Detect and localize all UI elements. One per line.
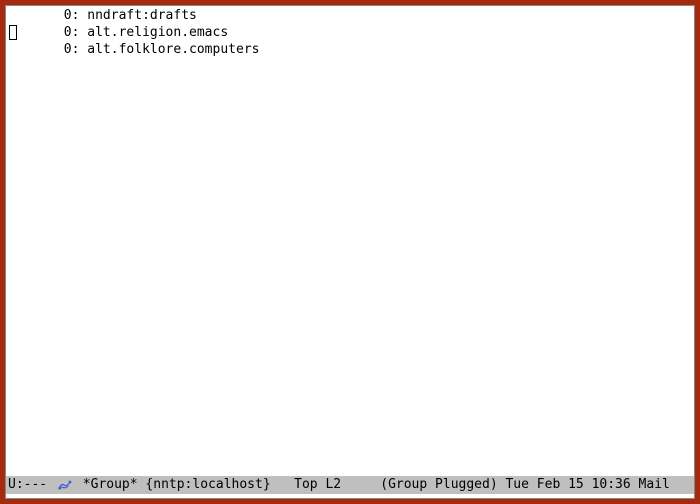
group-line[interactable]: 0: nndraft:drafts — [6, 8, 694, 25]
buffer-state: U:--- — [8, 477, 55, 492]
buffer-name: *Group* — [83, 477, 138, 492]
minibuffer[interactable] — [6, 494, 694, 498]
group-line[interactable]: 0: alt.folklore.computers — [6, 42, 694, 59]
group-line[interactable]: 0: alt.religion.emacs — [6, 25, 694, 42]
clock: Tue Feb 15 10:36 — [505, 477, 630, 492]
group-name: nndraft:drafts — [87, 8, 197, 23]
text-cursor — [9, 25, 17, 40]
mode-line[interactable]: U:--- *Group* {nntp:localhost} Top L2 (G… — [6, 476, 694, 494]
gnus-icon — [56, 478, 74, 492]
group-name: alt.religion.emacs — [87, 25, 228, 40]
major-mode: (Group Plugged) — [380, 477, 497, 492]
emacs-frame: 0: nndraft:drafts 0: alt.religion.emacs … — [5, 5, 695, 499]
unread-count: 0 — [64, 42, 72, 57]
unread-count: 0 — [64, 8, 72, 23]
unread-count: 0 — [64, 25, 72, 40]
scroll-position: Top — [294, 477, 317, 492]
group-buffer[interactable]: 0: nndraft:drafts 0: alt.religion.emacs … — [6, 6, 694, 476]
server-spec: {nntp:localhost} — [145, 477, 270, 492]
group-name: alt.folklore.computers — [87, 42, 259, 57]
line-number: L2 — [325, 477, 341, 492]
mail-indicator: Mail — [639, 477, 670, 492]
